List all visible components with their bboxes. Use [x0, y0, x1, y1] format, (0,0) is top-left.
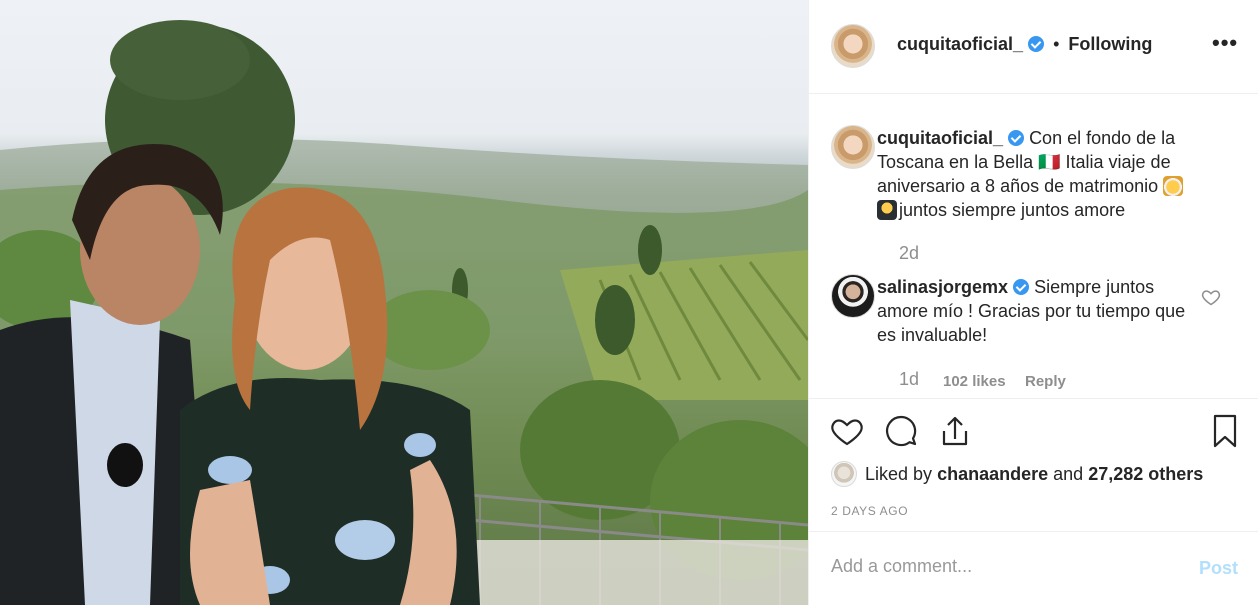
separator-dot: •	[1053, 34, 1060, 54]
likes-count[interactable]: 27,282 others	[1088, 464, 1203, 484]
post-header: cuquitaoficial_ • Following •••	[809, 0, 1258, 94]
post-actions: Liked by chanaandere and 27,282 others 2…	[809, 398, 1258, 532]
bookmark-icon[interactable]	[1207, 413, 1243, 449]
reply-button[interactable]: Reply	[1025, 373, 1066, 390]
post-timestamp[interactable]: 2 DAYS AGO	[831, 504, 908, 518]
verified-icon	[1013, 279, 1030, 295]
groom-emoji-icon	[877, 200, 897, 220]
like-comment-heart-icon[interactable]	[1201, 287, 1221, 307]
instagram-post: cuquitaoficial_ • Following ••• cuquitao…	[0, 0, 1258, 605]
author-username[interactable]: cuquitaoficial_	[897, 34, 1023, 54]
comment-likes[interactable]: 102 likes	[943, 373, 1006, 390]
like-heart-icon[interactable]	[829, 413, 865, 449]
author-avatar[interactable]	[831, 24, 875, 68]
comment-age[interactable]: 1d	[899, 369, 919, 390]
verified-icon	[1028, 36, 1045, 52]
liked-by: Liked by chanaandere and 27,282 others	[831, 461, 1203, 487]
caption-avatar[interactable]	[831, 125, 875, 169]
bride-emoji-icon	[1163, 176, 1184, 196]
comment-username[interactable]: salinasjorgemx	[877, 277, 1008, 297]
liker-username[interactable]: chanaandere	[937, 464, 1048, 484]
following-button[interactable]: Following	[1068, 34, 1152, 54]
liker-avatar[interactable]	[831, 461, 857, 487]
caption-text-end: juntos siempre juntos amore	[899, 200, 1126, 220]
comment: salinasjorgemx Siempre juntos amore mío …	[877, 275, 1195, 347]
post-photo[interactable]	[0, 0, 808, 605]
post-comment-button[interactable]: Post	[1199, 558, 1238, 579]
liked-by-and: and	[1053, 464, 1084, 484]
caption-age[interactable]: 2d	[899, 243, 919, 264]
verified-icon	[1008, 130, 1025, 146]
more-options-icon[interactable]: •••	[1212, 30, 1238, 56]
liked-by-prefix: Liked by	[865, 464, 933, 484]
photo-illustration	[0, 20, 808, 605]
add-comment-bar: Post	[809, 532, 1258, 605]
header-line: cuquitaoficial_ • Following	[897, 34, 1152, 55]
comment-bubble-icon[interactable]	[883, 413, 919, 449]
commenter-avatar[interactable]	[831, 274, 875, 318]
post-sidebar: cuquitaoficial_ • Following ••• cuquitao…	[808, 0, 1258, 605]
add-comment-input[interactable]	[831, 556, 1171, 577]
caption: cuquitaoficial_ Con el fondo de la Tosca…	[877, 126, 1195, 222]
share-icon[interactable]	[937, 413, 973, 449]
comments-section: cuquitaoficial_ Con el fondo de la Tosca…	[809, 95, 1258, 398]
caption-username[interactable]: cuquitaoficial_	[877, 128, 1003, 148]
